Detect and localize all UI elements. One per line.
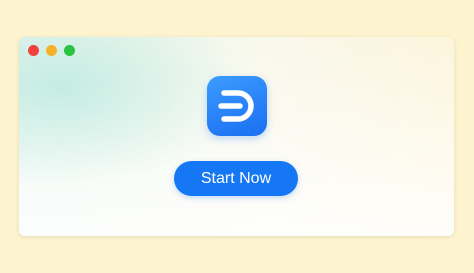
start-now-button[interactable]: Start Now <box>174 161 298 196</box>
close-window-button[interactable] <box>28 45 39 56</box>
app-window: Start Now <box>19 37 454 236</box>
app-logo-icon <box>207 76 267 136</box>
d-logo-glyph-icon <box>218 90 254 122</box>
zoom-window-button[interactable] <box>64 45 75 56</box>
minimize-window-button[interactable] <box>46 45 57 56</box>
window-controls <box>28 45 75 56</box>
